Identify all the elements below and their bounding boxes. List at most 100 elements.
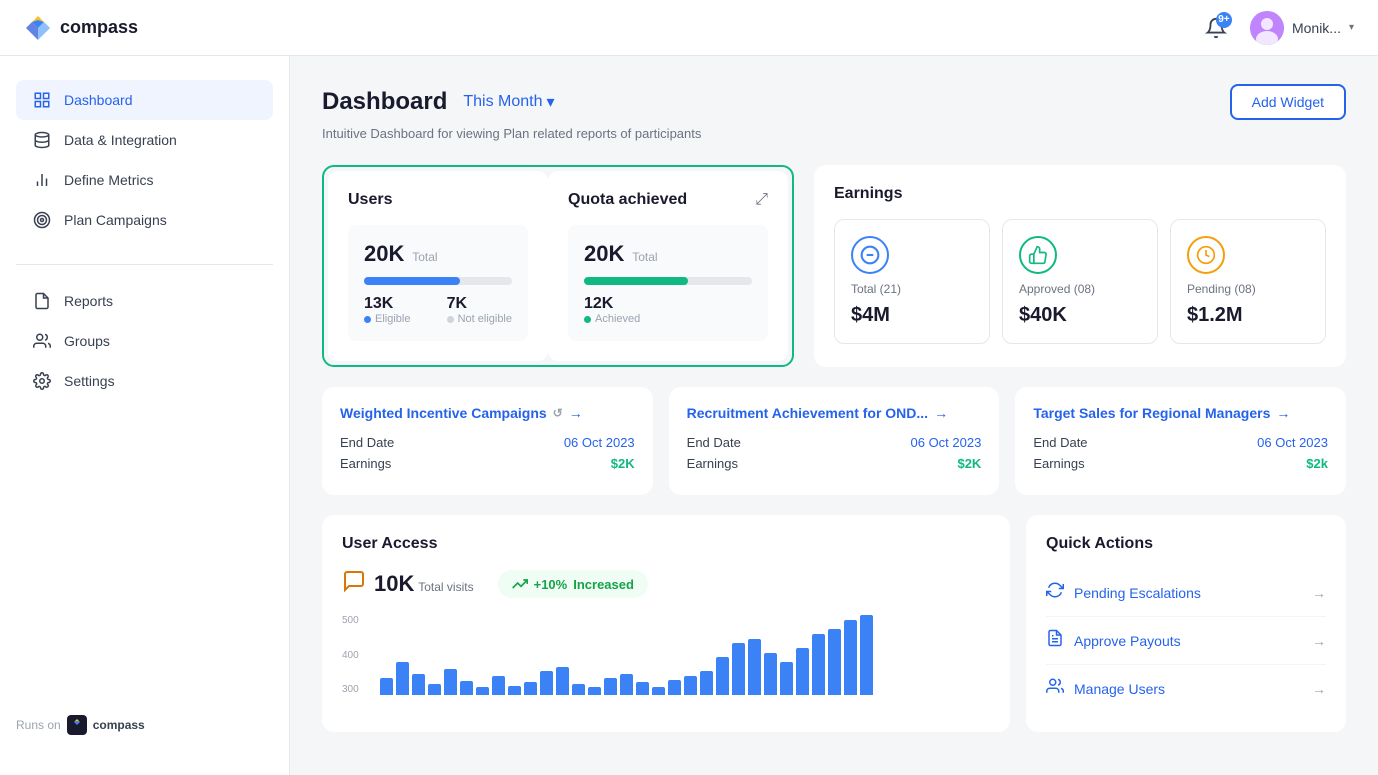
main-content: Dashboard This Month ▾ Add Widget Intuit… xyxy=(290,56,1378,775)
qa-arrow-payouts: → xyxy=(1312,633,1326,649)
quota-achieved-label: Achieved xyxy=(584,313,640,325)
total-visits-value: 10K xyxy=(374,571,414,596)
settings-icon xyxy=(32,371,52,391)
quota-progress-bg xyxy=(584,277,752,285)
qa-approve-payouts-left: Approve Payouts xyxy=(1046,629,1181,652)
user-menu[interactable]: Monik... ▾ xyxy=(1250,11,1354,45)
avatar-image xyxy=(1250,11,1284,45)
qa-item-manage-users[interactable]: Manage Users → xyxy=(1046,665,1326,712)
month-filter-chevron: ▾ xyxy=(547,92,555,112)
sidebar-divider xyxy=(16,264,273,265)
bar xyxy=(412,674,425,695)
increase-value: +10% xyxy=(534,577,568,592)
sidebar-data-label: Data & Integration xyxy=(64,132,177,148)
earning-icon-pending xyxy=(1187,236,1225,274)
users-not-eligible-stat: 7K Not eligible xyxy=(447,295,512,325)
month-filter[interactable]: This Month ▾ xyxy=(463,92,554,112)
campaign-arrow-weighted: → xyxy=(569,405,583,421)
bar xyxy=(844,620,857,695)
users-eligible-value: 13K xyxy=(364,295,410,313)
campaign-card-target-sales: Target Sales for Regional Managers → End… xyxy=(1015,387,1346,495)
sidebar-item-plan-campaigns[interactable]: Plan Campaigns xyxy=(16,200,273,240)
quota-total-label: Total xyxy=(632,250,657,264)
layout: Dashboard Data & Integration Define xyxy=(0,0,1378,775)
bar xyxy=(780,662,793,695)
notification-badge: 9+ xyxy=(1216,12,1232,28)
campaign-arrow-recruitment: → xyxy=(934,405,948,421)
campaign-arrow-target-sales: → xyxy=(1276,405,1290,421)
bar xyxy=(860,615,873,695)
chart-icon xyxy=(32,170,52,190)
add-widget-button[interactable]: Add Widget xyxy=(1230,84,1346,120)
earning-pending-label: Pending (08) xyxy=(1187,282,1309,296)
quota-achieved-value: 12K xyxy=(584,295,640,313)
sidebar-item-data-integration[interactable]: Data & Integration xyxy=(16,120,273,160)
earning-icon-approved xyxy=(1019,236,1057,274)
bar xyxy=(428,684,441,695)
quota-total-value: 20K xyxy=(584,241,624,266)
users-not-eligible-value: 7K xyxy=(447,295,512,313)
campaign-title-weighted: Weighted Incentive Campaigns xyxy=(340,405,547,421)
bar xyxy=(732,643,745,695)
qa-item-approve-payouts[interactable]: Approve Payouts → xyxy=(1046,617,1326,665)
topnav: compass 9+ Monik... ▾ xyxy=(0,0,1378,56)
users-stat-row: 13K Eligible 7K Not eligible xyxy=(364,295,512,325)
bar xyxy=(652,687,665,695)
qa-arrow-pending: → xyxy=(1312,585,1326,601)
bar-chart-container: 500 400 300 xyxy=(342,615,990,695)
target-icon xyxy=(32,210,52,230)
runs-on-section: Runs on compass xyxy=(0,699,289,751)
total-visits-info: 10K Total visits xyxy=(374,571,474,597)
page-header: Dashboard This Month ▾ Add Widget xyxy=(322,84,1346,120)
sidebar-item-define-metrics[interactable]: Define Metrics xyxy=(16,160,273,200)
users-eligible-stat: 13K Eligible xyxy=(364,295,410,325)
campaign-link-weighted[interactable]: Weighted Incentive Campaigns ↺ → xyxy=(340,405,635,421)
campaign-detail-date-recruitment: End Date 06 Oct 2023 xyxy=(687,435,982,450)
sidebar-top-section: Dashboard Data & Integration Define xyxy=(0,80,289,240)
sidebar-groups-label: Groups xyxy=(64,333,110,349)
campaign-link-recruitment[interactable]: Recruitment Achievement for OND... → xyxy=(687,405,982,421)
earning-pending-amount: $1.2M xyxy=(1187,304,1309,327)
sidebar-item-settings[interactable]: Settings xyxy=(16,361,273,401)
earning-approved-amount: $40K xyxy=(1019,304,1141,327)
qa-arrow-users: → xyxy=(1312,681,1326,697)
users-widget: Users 20K Total 13 xyxy=(328,171,548,361)
users-eligible-label: Eligible xyxy=(364,313,410,325)
access-stats: 10K Total visits +10% Increased xyxy=(342,569,990,599)
page-title-row: Dashboard This Month ▾ xyxy=(322,88,555,116)
bar xyxy=(748,639,761,695)
campaign-card-recruitment: Recruitment Achievement for OND... → End… xyxy=(669,387,1000,495)
sync-icon-weighted: ↺ xyxy=(553,406,563,420)
qa-manage-users-left: Manage Users xyxy=(1046,677,1165,700)
file-icon xyxy=(32,291,52,311)
campaign-link-target-sales[interactable]: Target Sales for Regional Managers → xyxy=(1033,405,1328,421)
y-axis-500: 500 xyxy=(342,615,359,626)
earning-icon-total xyxy=(851,236,889,274)
bar xyxy=(684,676,697,695)
sidebar-metrics-label: Define Metrics xyxy=(64,172,153,188)
access-increase-badge: +10% Increased xyxy=(498,570,648,598)
users-progress-fill xyxy=(364,277,460,285)
users-quota-wrapper: Users 20K Total 13 xyxy=(322,165,794,367)
user-access-card: User Access 10K Total visits xyxy=(322,515,1010,732)
sidebar-item-groups[interactable]: Groups xyxy=(16,321,273,361)
sidebar-bottom-section: Reports Groups Settings xyxy=(0,281,289,401)
quota-expand-icon[interactable]: ⤢ xyxy=(755,191,768,209)
pending-escalations-icon xyxy=(1046,581,1064,604)
campaign-title-recruitment: Recruitment Achievement for OND... xyxy=(687,405,928,421)
bar xyxy=(828,629,841,695)
widgets-row: Users 20K Total 13 xyxy=(322,165,1346,367)
sidebar-item-dashboard[interactable]: Dashboard xyxy=(16,80,273,120)
notification-button[interactable]: 9+ xyxy=(1198,10,1234,46)
bar xyxy=(716,657,729,695)
bar xyxy=(556,667,569,695)
sidebar-item-reports[interactable]: Reports xyxy=(16,281,273,321)
access-header: User Access xyxy=(342,535,990,553)
users-widget-title: Users xyxy=(348,191,528,209)
sidebar: Dashboard Data & Integration Define xyxy=(0,56,290,775)
quota-widget: Quota achieved ⤢ 20K Total xyxy=(548,171,788,361)
pending-escalations-label: Pending Escalations xyxy=(1074,585,1201,601)
qa-item-pending-escalations[interactable]: Pending Escalations → xyxy=(1046,569,1326,617)
user-menu-chevron: ▾ xyxy=(1349,22,1354,33)
bar xyxy=(476,687,489,695)
